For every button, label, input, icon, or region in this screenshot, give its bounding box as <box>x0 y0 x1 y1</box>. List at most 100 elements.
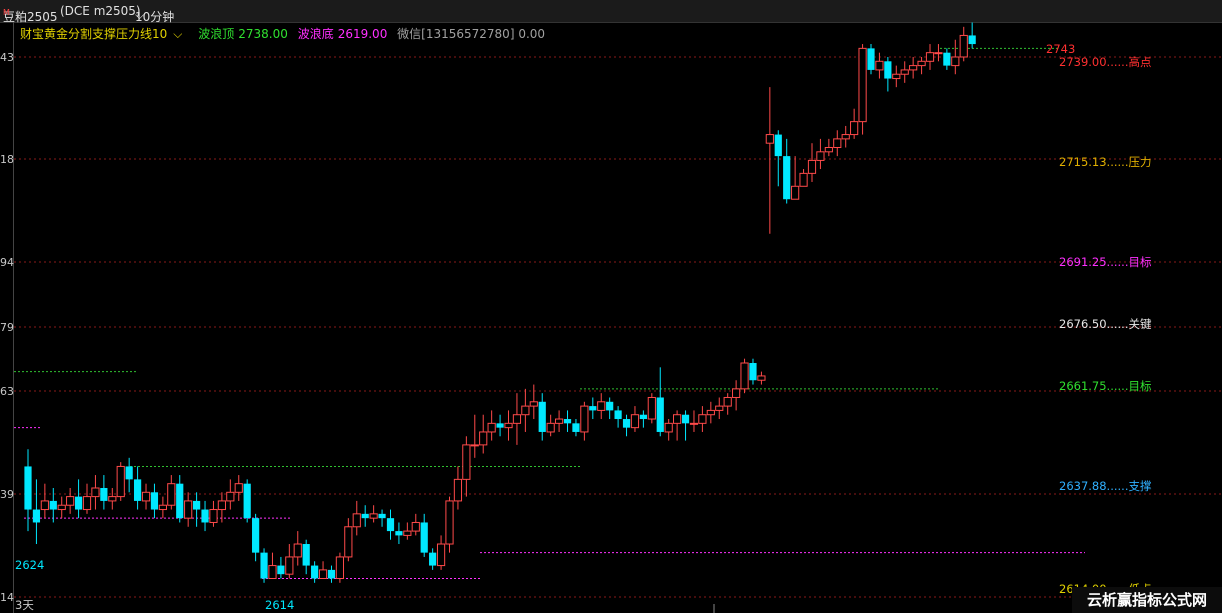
candle-body <box>765 134 774 144</box>
candle-body <box>850 121 859 136</box>
candle-body <box>57 504 66 511</box>
candle-body <box>100 487 108 501</box>
candle-body <box>884 61 892 79</box>
candle-body <box>757 375 766 381</box>
candle-body <box>639 414 647 420</box>
candle-body <box>66 496 75 506</box>
candle-body <box>614 410 622 420</box>
candle-body <box>32 509 41 523</box>
candle-body <box>959 34 968 58</box>
y-tick-label: 18 <box>0 153 14 166</box>
candle-body <box>420 522 428 553</box>
candle-body <box>243 483 251 519</box>
candle-body <box>597 401 606 411</box>
candle-body <box>268 565 277 580</box>
chart-annotation: 2614 <box>265 598 294 612</box>
candle-body <box>563 419 572 424</box>
candle-body <box>606 401 614 411</box>
candle-body <box>193 500 201 510</box>
candle-body <box>285 556 294 575</box>
candle-body <box>681 414 690 424</box>
candle-body <box>167 483 176 506</box>
candle-body <box>378 513 386 519</box>
candle-body <box>74 496 83 510</box>
candle-body <box>858 47 867 123</box>
chart-annotation: 3天 <box>15 598 34 612</box>
candle-body <box>841 134 850 140</box>
contract-code: (DCE m2505) <box>60 4 141 18</box>
candle-body <box>723 396 732 407</box>
candle-body <box>335 556 345 580</box>
candle-body <box>327 569 336 579</box>
candle-body <box>706 409 715 416</box>
candle-body <box>318 569 328 580</box>
y-tick-label: 63 <box>0 385 14 398</box>
candle-body <box>656 397 664 432</box>
candle-body <box>749 363 757 381</box>
candle-body <box>49 500 57 510</box>
candle-body <box>133 479 142 501</box>
level-label: 2691.25......目标 <box>1059 255 1152 269</box>
y-tick-label: 39 <box>0 488 14 501</box>
candle-body <box>226 491 235 502</box>
candle-body <box>673 414 682 424</box>
candle-body <box>311 565 319 579</box>
y-tick-label: 14 <box>0 591 14 604</box>
candle-body <box>302 544 310 566</box>
candle-body <box>816 151 825 161</box>
candle-body <box>546 422 555 433</box>
candle-body <box>429 552 437 566</box>
site-watermark: 云析赢指标公式网 <box>1072 587 1222 613</box>
candle-body <box>403 530 412 536</box>
candle-body <box>395 531 403 536</box>
candle-body <box>647 396 656 420</box>
candle-body <box>369 513 378 519</box>
candle-body <box>968 35 976 45</box>
level-label: 2661.75......目标 <box>1059 379 1152 393</box>
candlestick-chart[interactable]: 43 18 94 79 63 39 14 2739.00......高点 2715.13....… <box>0 22 1222 613</box>
candle-body <box>715 405 724 411</box>
candle-body <box>799 172 808 187</box>
candle-body <box>158 504 167 511</box>
chevron-down-icon: ⌵ <box>135 8 145 22</box>
candle-body <box>934 52 943 55</box>
candle-body <box>479 431 488 446</box>
chart-annotation: 2624 <box>15 558 44 572</box>
y-tick-label: 43 <box>0 51 14 64</box>
candle-body <box>141 491 151 502</box>
candle-body <box>209 509 218 523</box>
y-tick-label: 94 <box>0 256 14 269</box>
candle-body <box>496 423 504 428</box>
candle-body <box>554 418 564 424</box>
candle-body <box>925 52 935 62</box>
candle-body <box>24 466 32 510</box>
candle-body <box>40 500 49 511</box>
candle-body <box>176 483 184 519</box>
candle-body <box>572 423 580 432</box>
y-tick-label: 79 <box>0 321 14 334</box>
candle-body <box>201 509 209 523</box>
candle-body <box>917 60 926 67</box>
level-label: 2676.50......关键 <box>1059 317 1152 331</box>
candle-body <box>740 362 749 390</box>
main-contract-marker: M <box>3 8 10 17</box>
candle-body <box>943 52 951 66</box>
level-label: 2637.88......支撑 <box>1059 479 1152 493</box>
candle-body <box>82 496 92 511</box>
title-bar: 豆粕2505 M (DCE m2505) 10分钟 ⌵ <box>0 0 1222 24</box>
candle-body <box>116 465 125 498</box>
candle-body <box>184 500 193 519</box>
candle-body <box>453 478 463 502</box>
candle-body <box>470 444 479 447</box>
candle-body <box>361 513 369 519</box>
candle-body <box>445 500 454 545</box>
candle-body <box>150 492 159 510</box>
candle-body <box>951 56 960 67</box>
candle-body <box>436 543 446 567</box>
candle-body <box>824 147 833 153</box>
candle-body <box>867 48 875 70</box>
candle-body <box>732 388 741 398</box>
level-label: 2715.13......压力 <box>1059 155 1152 169</box>
candle-body <box>833 138 842 148</box>
candle-body <box>462 444 471 480</box>
